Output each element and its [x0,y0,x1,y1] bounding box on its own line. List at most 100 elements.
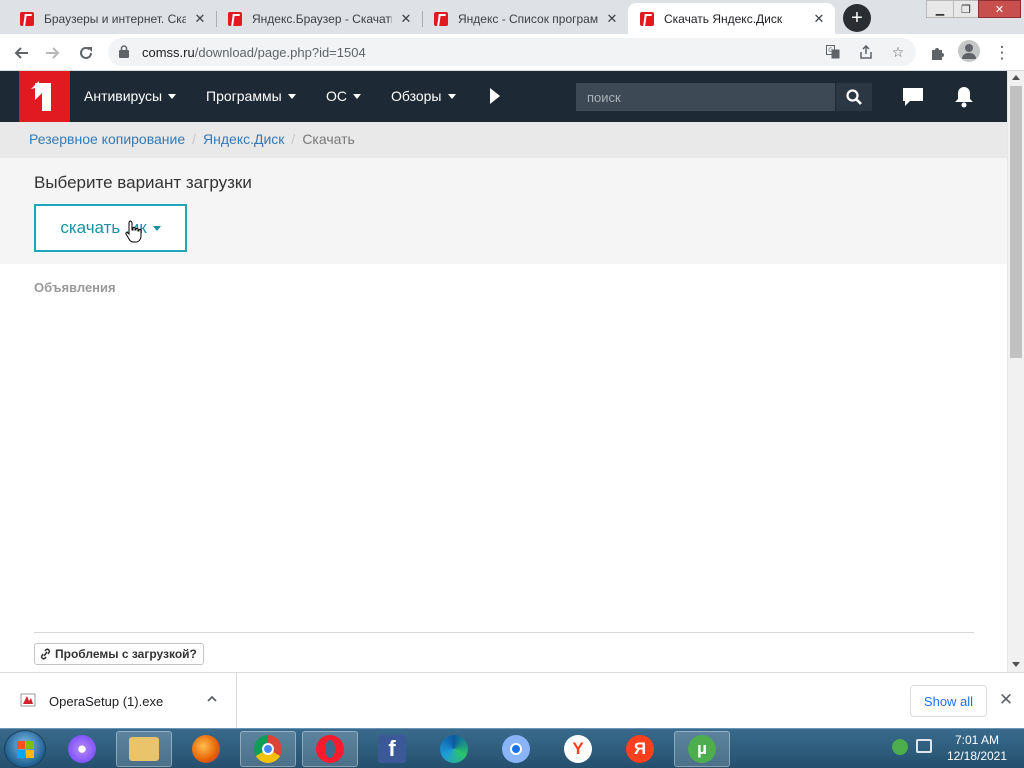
address-bar[interactable]: comss.ru/download/page.php?id=1504 G ☆ [108,38,916,66]
comss-favicon-icon [20,11,34,26]
tab-title: Яндекс.Браузер - Скачать [252,11,392,26]
comss-logo[interactable] [19,71,70,122]
url-path: /download/page.php?id=1504 [194,45,366,60]
firefox-icon [192,735,220,763]
close-tab-icon[interactable]: ✕ [398,11,414,27]
profile-avatar-icon[interactable] [958,40,980,62]
nav-label: Антивирусы [84,88,163,104]
comss-favicon-icon [640,11,654,26]
breadcrumb-yandex-disk[interactable]: Яндекс.Диск [203,131,284,147]
browser-menu-icon[interactable]: ⋮ [989,40,1015,66]
site-search-input[interactable] [576,83,835,111]
windows-logo-icon [17,750,25,758]
download-heading: Выберите вариант загрузки [34,173,252,192]
translate-icon[interactable]: G [823,42,843,62]
nav-label: Программы [206,88,282,104]
reload-icon[interactable] [73,40,99,66]
breadcrumb-backup[interactable]: Резервное копирование [29,131,185,147]
lock-icon [119,45,129,58]
taskbar-chromium[interactable] [488,731,544,767]
tab-yandex-disk-active[interactable]: Скачать Яндекс.Диск ✕ [628,3,835,34]
taskbar-explorer[interactable] [116,731,172,767]
yandex-browser-icon: Y [564,735,592,763]
breadcrumb-current: Скачать [302,131,355,147]
url-text: comss.ru/download/page.php?id=1504 [142,45,366,60]
nav-os[interactable]: ОС [326,88,361,104]
comss-favicon-icon [228,11,242,26]
search-button[interactable] [836,83,872,111]
show-all-downloads-button[interactable]: Show all [910,685,987,717]
nav-more-arrow-icon[interactable] [490,88,500,104]
scroll-up-arrow-icon[interactable] [1012,75,1020,80]
chromium-icon [502,735,530,763]
nav-label: ОС [326,88,347,104]
scroll-thumb[interactable] [1010,86,1022,358]
hand-cursor-icon [125,220,142,243]
close-tab-icon[interactable]: ✕ [604,11,620,27]
edge-icon [440,735,468,763]
taskbar-alice[interactable]: ● [54,731,110,767]
caret-down-icon [353,93,361,99]
comss-favicon-icon [434,11,448,26]
page-scrollbar[interactable] [1007,71,1024,672]
chrome-icon [254,735,282,763]
caret-down-icon [152,225,161,231]
alice-icon: ● [68,735,96,763]
utorrent-tray-icon[interactable] [892,739,908,755]
chevron-up-icon[interactable] [205,692,219,706]
taskbar-yandex-browser[interactable]: Y [550,731,606,767]
windows-start-button[interactable] [4,730,46,768]
extensions-puzzle-icon[interactable] [925,40,951,66]
tab-yandex-browser[interactable]: Яндекс.Браузер - Скачать ✕ [216,3,422,34]
breadcrumb-separator: / [291,131,296,147]
close-shelf-icon[interactable]: ✕ [997,690,1015,709]
yandex-icon: Я [626,735,654,763]
restore-window-icon[interactable]: ❐ [953,0,979,18]
file-explorer-icon [129,737,159,761]
scroll-down-arrow-icon[interactable] [1012,662,1020,667]
back-arrow-icon[interactable] [8,40,34,66]
close-tab-icon[interactable]: ✕ [192,11,208,27]
taskbar-facebook[interactable]: f [364,731,420,767]
clock-time: 7:01 AM [954,733,1000,747]
download-problems-button[interactable]: Проблемы с загрузкой? [34,643,204,665]
taskbar-clock[interactable]: 7:01 AM 12/18/2021 [940,732,1014,764]
browser-toolbar: comss.ru/download/page.php?id=1504 G ☆ ⋮ [0,34,1024,71]
windows-logo-icon [26,741,34,749]
close-window-icon[interactable]: ✕ [978,0,1021,18]
ads-label: Объявления [34,280,116,295]
taskbar-firefox[interactable] [178,731,234,767]
tab-title: Яндекс - Список програм [458,11,598,26]
caret-down-icon [447,93,456,99]
close-tab-icon[interactable]: ✕ [811,11,827,27]
breadcrumb: Резервное копирование / Яндекс.Диск / Скачат… [0,122,1007,158]
problems-label: Проблемы с загрузкой? [55,647,197,661]
taskbar-utorrent[interactable]: µ [674,731,730,767]
notifications-bell-icon[interactable] [952,85,976,109]
tab-yandex-list[interactable]: Яндекс - Список програм ✕ [422,3,628,34]
download-item[interactable]: OperaSetup (1).exe [0,673,237,728]
nav-label: Обзоры [391,88,442,104]
minimize-window-icon[interactable]: ▁ [926,0,954,18]
windows-logo-icon [17,741,25,749]
nav-reviews[interactable]: Обзоры [391,88,456,104]
download-file-name: OperaSetup (1).exe [49,694,164,709]
network-tray-icon[interactable] [916,739,932,753]
facebook-icon: f [378,735,406,763]
bookmark-star-icon[interactable]: ☆ [888,42,908,62]
download-dropdown-button[interactable]: скачать .ик [34,204,187,252]
windows-logo-icon [26,750,34,758]
new-tab-plus-icon[interactable]: + [843,4,871,32]
comments-icon[interactable] [901,85,925,109]
taskbar-chrome[interactable] [240,731,296,767]
tab-browsers[interactable]: Браузеры и интернет. Ска ✕ [8,3,216,34]
nav-antivirus[interactable]: Антивирусы [84,88,177,104]
taskbar-edge[interactable] [426,731,482,767]
taskbar-yandex[interactable]: Я [612,731,668,767]
search-icon [846,89,862,105]
forward-arrow-icon[interactable] [40,40,66,66]
share-icon[interactable] [856,42,876,62]
svg-text:G: G [828,47,833,54]
taskbar-opera[interactable] [302,731,358,767]
nav-programs[interactable]: Программы [206,88,296,104]
